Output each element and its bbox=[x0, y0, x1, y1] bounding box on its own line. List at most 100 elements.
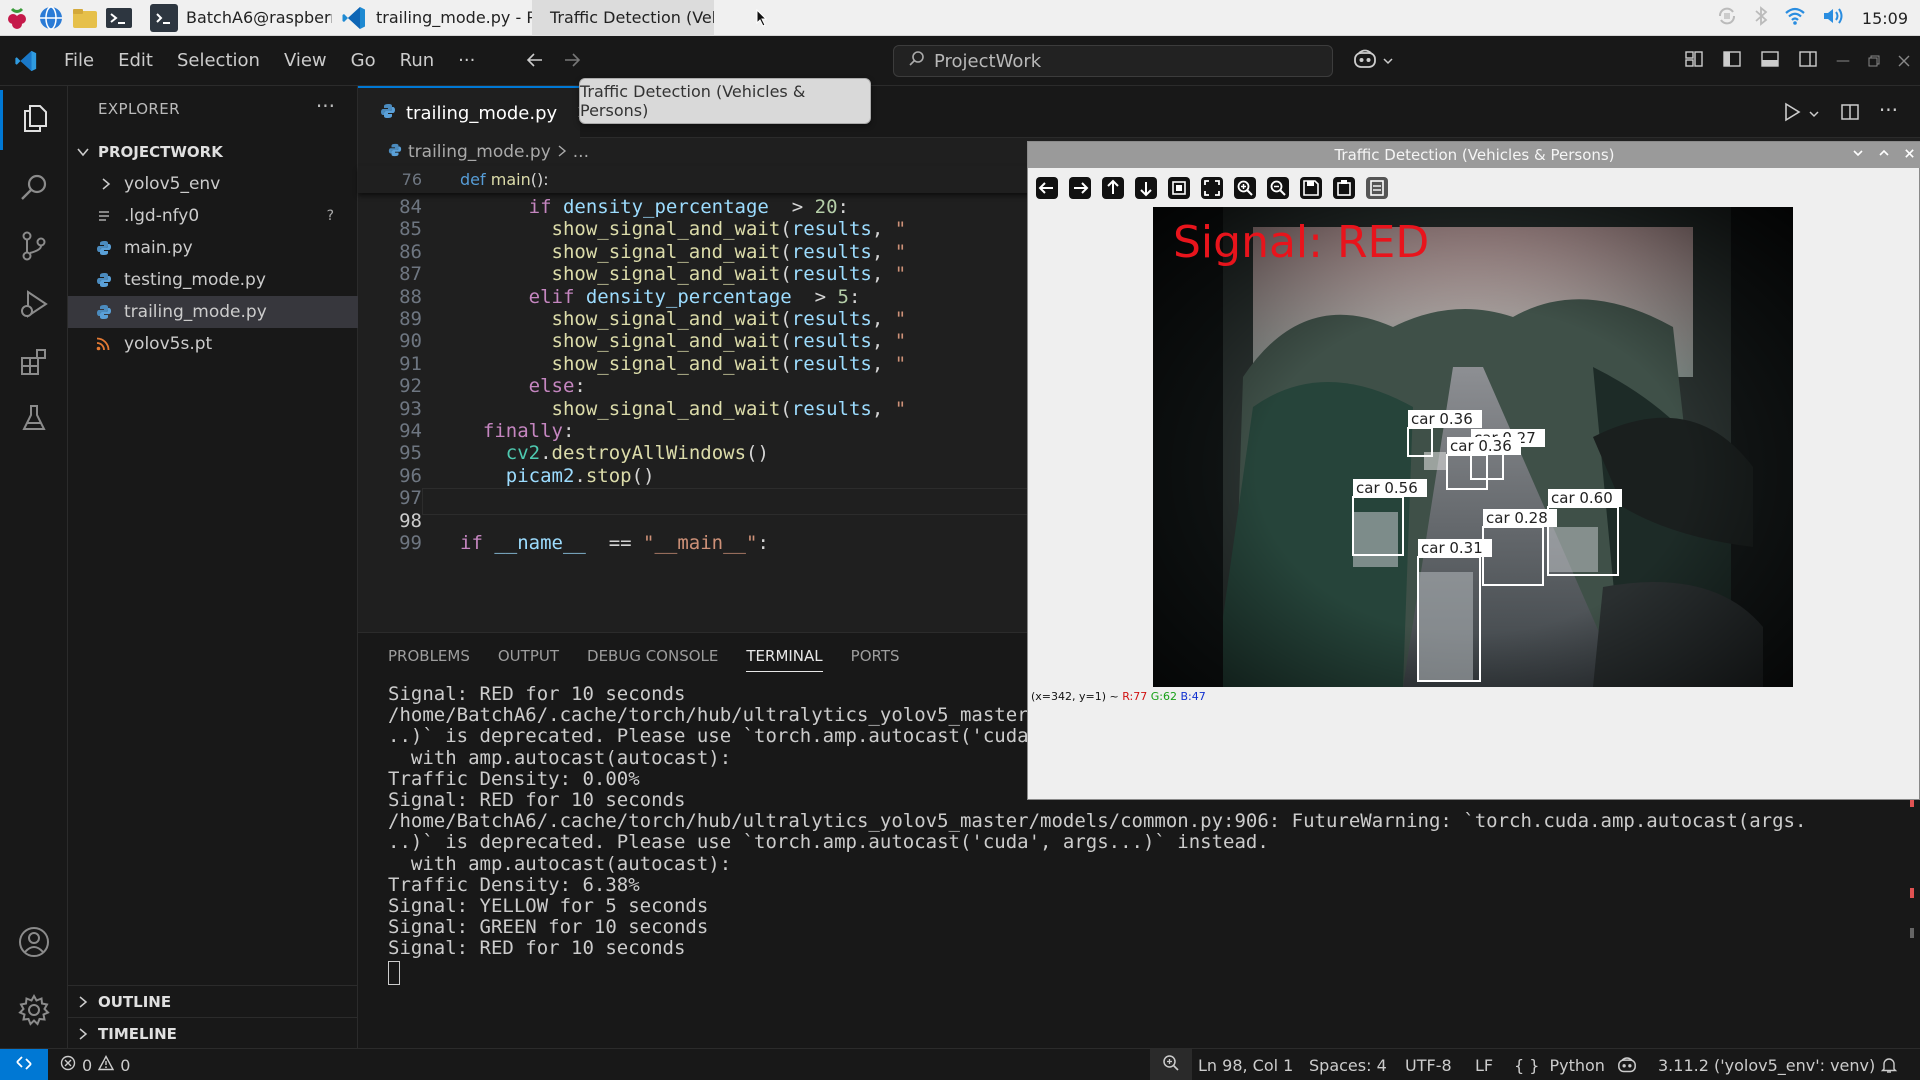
raspberry-menu-icon[interactable] bbox=[0, 0, 34, 36]
toggle-panel-icon[interactable] bbox=[1760, 49, 1780, 74]
zoom-original-icon[interactable] bbox=[1166, 175, 1192, 201]
tree-item-main-py[interactable]: main.py bbox=[68, 232, 358, 264]
nav-forward-icon[interactable] bbox=[561, 49, 583, 76]
customize-layout-icon[interactable] bbox=[1684, 49, 1704, 74]
menu-selection[interactable]: Selection bbox=[165, 36, 272, 86]
split-editor-icon[interactable] bbox=[1840, 102, 1860, 126]
detection-label: car 0.56 bbox=[1356, 479, 1418, 497]
zoom-in-icon[interactable] bbox=[1232, 175, 1258, 201]
line-ending[interactable]: LF bbox=[1475, 1049, 1493, 1080]
close-window-icon[interactable] bbox=[1898, 51, 1910, 72]
toggle-primary-sidebar-icon[interactable] bbox=[1722, 49, 1742, 74]
tab-output[interactable]: OUTPUT bbox=[498, 647, 559, 672]
copilot-button[interactable] bbox=[1352, 48, 1394, 75]
properties-icon[interactable] bbox=[1364, 175, 1390, 201]
source-control-activity[interactable] bbox=[0, 218, 68, 278]
volume-icon[interactable] bbox=[1822, 6, 1846, 30]
menu-view[interactable]: View bbox=[272, 36, 339, 86]
camera-frame[interactable]: Signal: RED car 0.36car 0.27car 0.36car … bbox=[1153, 207, 1793, 687]
run-python-button[interactable] bbox=[1782, 102, 1820, 126]
project-folder-header[interactable]: PROJECTWORK bbox=[68, 136, 358, 168]
browser-icon[interactable] bbox=[34, 0, 68, 36]
menu-go[interactable]: Go bbox=[339, 36, 388, 86]
tree-item-yolov5-env[interactable]: yolov5_env bbox=[68, 168, 358, 200]
maximize-icon[interactable] bbox=[1868, 51, 1880, 72]
detection-label: car 0.60 bbox=[1551, 489, 1613, 507]
extensions-activity[interactable] bbox=[0, 334, 68, 394]
manage-activity[interactable] bbox=[0, 982, 68, 1042]
bluetooth-icon[interactable] bbox=[1754, 5, 1768, 31]
nav-back-icon[interactable] bbox=[524, 49, 546, 76]
updates-icon[interactable] bbox=[1716, 5, 1738, 31]
command-center-search[interactable]: ProjectWork bbox=[893, 45, 1333, 77]
timeline-section[interactable]: TIMELINE bbox=[68, 1017, 358, 1049]
tree-item-label: yolov5s.pt bbox=[124, 334, 213, 354]
menu-more[interactable]: ··· bbox=[446, 36, 487, 86]
cv-window-titlebar[interactable]: Traffic Detection (Vehicles & Persons) bbox=[1028, 142, 1920, 168]
toggle-secondary-sidebar-icon[interactable] bbox=[1798, 49, 1818, 74]
task-traffic-detection[interactable]: Traffic Detection (Vehic bbox=[532, 0, 714, 36]
clock[interactable]: 15:09 bbox=[1862, 9, 1908, 28]
code-text: else: bbox=[460, 375, 586, 397]
explorer-more-actions[interactable]: ··· bbox=[316, 94, 335, 118]
language-label: Python bbox=[1549, 1055, 1605, 1075]
tree-item-testing-mode-py[interactable]: testing_mode.py bbox=[68, 264, 358, 296]
code-token: : bbox=[837, 196, 849, 218]
tab-trailing-mode-py[interactable]: trailing_mode.py bbox=[358, 86, 590, 138]
traffic-detection-window[interactable]: Traffic Detection (Vehicles & Persons) S… bbox=[1027, 141, 1920, 800]
outline-section[interactable]: OUTLINE bbox=[68, 985, 358, 1017]
zoom-fit-icon[interactable] bbox=[1199, 175, 1225, 201]
scrollbar-thumb[interactable] bbox=[1910, 928, 1914, 938]
save-image-icon[interactable] bbox=[1298, 175, 1324, 201]
tab-terminal[interactable]: TERMINAL bbox=[746, 647, 823, 672]
wifi-icon[interactable] bbox=[1784, 6, 1806, 30]
tab-ports[interactable]: PORTS bbox=[851, 647, 900, 672]
problems-status[interactable]: 0 0 bbox=[60, 1049, 130, 1080]
editor-more-actions[interactable]: ··· bbox=[1879, 98, 1898, 122]
pan-up-icon[interactable] bbox=[1100, 175, 1126, 201]
breadcrumb-file[interactable]: trailing_mode.py bbox=[408, 142, 551, 162]
cursor-position[interactable]: Ln 98, Col 1 bbox=[1198, 1049, 1293, 1080]
task-vscode[interactable]: trailing_mode.py - Pr... bbox=[332, 0, 532, 36]
explorer-activity[interactable] bbox=[0, 90, 68, 150]
pan-down-icon[interactable] bbox=[1133, 175, 1159, 201]
language-mode[interactable]: { } Python bbox=[1514, 1049, 1605, 1080]
minimize-icon[interactable]: — bbox=[1836, 53, 1850, 69]
tab-problems[interactable]: PROBLEMS bbox=[388, 647, 470, 672]
testing-activity[interactable] bbox=[0, 390, 68, 450]
indentation[interactable]: Spaces: 4 bbox=[1309, 1049, 1387, 1080]
copilot-status-icon[interactable] bbox=[1616, 1049, 1638, 1080]
menu-edit[interactable]: Edit bbox=[106, 36, 165, 86]
tab-debug-console[interactable]: DEBUG CONSOLE bbox=[587, 647, 718, 672]
file-manager-icon[interactable] bbox=[68, 0, 102, 36]
remote-indicator[interactable] bbox=[0, 1049, 48, 1080]
menu-file[interactable]: File bbox=[52, 36, 106, 86]
code-token: . bbox=[574, 464, 586, 487]
tree-item-trailing-mode-py[interactable]: trailing_mode.py bbox=[68, 296, 358, 328]
zoom-button[interactable] bbox=[1150, 1049, 1192, 1080]
copy-image-icon[interactable] bbox=[1331, 175, 1357, 201]
code-token: , bbox=[871, 352, 895, 375]
tree-item-yolov5s-pt[interactable]: yolov5s.pt bbox=[68, 328, 358, 360]
task-terminal[interactable]: BatchA6@raspberry... bbox=[142, 0, 332, 36]
pan-left-icon[interactable] bbox=[1034, 175, 1060, 201]
run-debug-activity[interactable] bbox=[0, 276, 68, 336]
activity-bar bbox=[0, 86, 68, 1048]
menu-run[interactable]: Run bbox=[388, 36, 447, 86]
close-icon[interactable] bbox=[1904, 147, 1915, 163]
pan-right-icon[interactable] bbox=[1067, 175, 1093, 201]
breadcrumb-symbol[interactable]: ... bbox=[573, 142, 589, 162]
zoom-out-icon[interactable] bbox=[1265, 175, 1291, 201]
encoding[interactable]: UTF-8 bbox=[1405, 1049, 1452, 1080]
chevron-down-icon[interactable] bbox=[1852, 147, 1864, 163]
pixel-g: G:62 bbox=[1150, 690, 1177, 703]
search-activity[interactable] bbox=[0, 160, 68, 220]
chevron-up-icon[interactable] bbox=[1878, 147, 1890, 163]
python-interpreter[interactable]: 3.11.2 ('yolov5_env': venv) bbox=[1658, 1049, 1875, 1080]
tree-item-lgd-nfy0[interactable]: .lgd-nfy0 ? bbox=[68, 200, 358, 232]
notifications-icon[interactable] bbox=[1880, 1049, 1898, 1080]
task-terminal-label: BatchA6@raspberry... bbox=[186, 8, 332, 27]
terminal-launcher-icon[interactable] bbox=[102, 0, 136, 36]
accounts-activity[interactable] bbox=[0, 914, 68, 974]
